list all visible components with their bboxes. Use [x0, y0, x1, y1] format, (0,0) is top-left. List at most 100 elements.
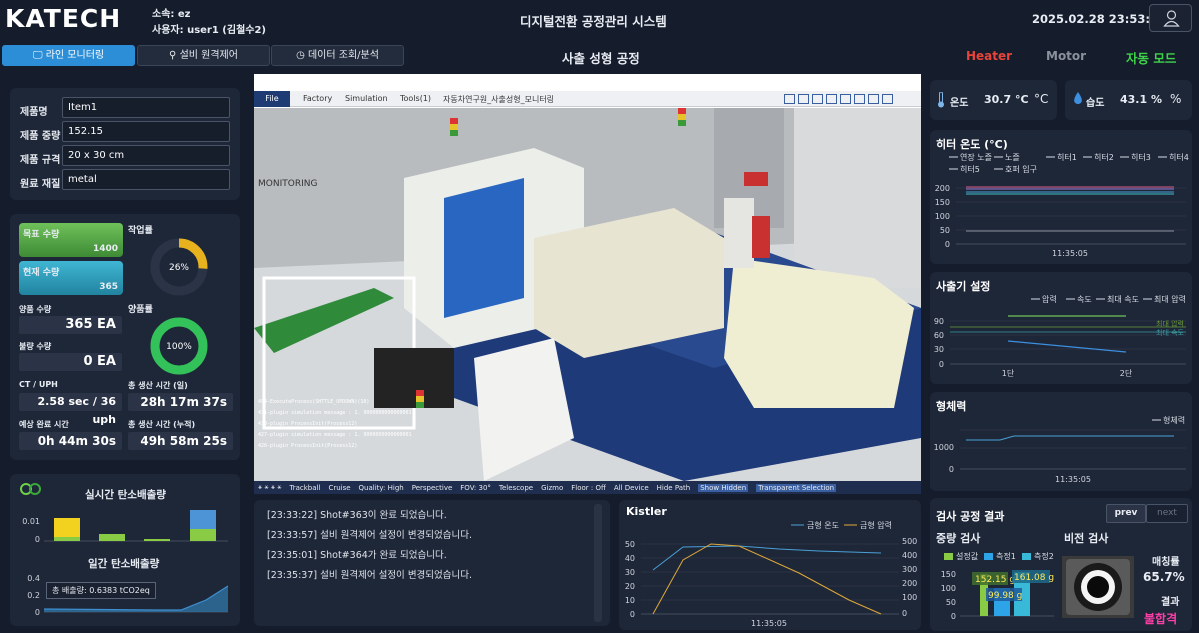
history-icon: ◷: [296, 50, 308, 61]
svg-text:압력: 압력: [1042, 294, 1057, 304]
user-text: 사용자: user1 (김철수2): [152, 25, 267, 36]
bt-transparent[interactable]: Transparent Selection: [756, 483, 837, 492]
daily-carbon-title: 일간 탄소배출량: [88, 558, 160, 570]
kistler-left-ticks: 50 40 30 20 10 0: [625, 540, 635, 619]
user-profile-button[interactable]: [1149, 4, 1192, 32]
product-weight-field[interactable]: 152.15: [62, 121, 230, 142]
total-day-value: 28h 17m 37s: [128, 393, 233, 411]
rt-bar-1: [54, 518, 80, 539]
humidity-value: 43.1 %: [1120, 93, 1162, 106]
total-day-label: 총 생산 시간 (일): [128, 381, 188, 390]
product-name-field[interactable]: Item1: [62, 97, 230, 118]
bt-floor[interactable]: Floor : Off: [571, 484, 606, 492]
clamp-time: 11:35:05: [1055, 475, 1091, 484]
carbon-panel: 실시간 탄소배출량 0.01 0 일간 탄소배출량 0.4 0.2 0 총 배출…: [10, 474, 240, 626]
svg-text:430-plugin ProcessInit(Process: 430-plugin ProcessInit(Process12): [258, 421, 357, 427]
svg-text:100: 100: [902, 593, 917, 602]
kistler-title: Kistler: [626, 505, 667, 518]
yield-donut: 100%: [150, 317, 208, 375]
factory-3d-scene[interactable]: MONITORING 494-ExecuteProcess(SHTTLE_UPD…: [254, 108, 921, 481]
temperature-unit: °C: [1034, 92, 1049, 106]
bt-telescope[interactable]: Telescope: [499, 484, 533, 492]
menu-simulation[interactable]: Simulation: [345, 94, 388, 103]
datetime: 2025.02.28 23:53:52: [1032, 12, 1166, 26]
humidity-unit: %: [1170, 92, 1182, 106]
injection-legend: 압력 속도 최대 속도 최대 압력: [1031, 294, 1186, 304]
bt-trackball[interactable]: Trackball: [289, 484, 320, 492]
kistler-pressure-line: [652, 543, 882, 615]
rt-tick-0: 0: [35, 535, 40, 544]
affiliation-text: 소속: ez: [152, 9, 191, 20]
bt-quality[interactable]: Quality: High: [359, 484, 404, 492]
product-weight-label: 제품 중량: [20, 131, 61, 142]
svg-text:속도: 속도: [1077, 295, 1092, 304]
kistler-legend-pressure: 금형 압력: [860, 520, 892, 530]
svg-text:0: 0: [939, 360, 944, 369]
target-quantity-label: 목표 수량: [23, 230, 60, 240]
material-field[interactable]: metal: [62, 169, 230, 190]
work-rate-label: 작업률: [128, 226, 153, 236]
heater-chart: 연장 노즐 노즐 히터1 히터2 히터3 히터4 히터5 호퍼 입구 200 1…: [935, 152, 1189, 258]
good-quantity-value: 365 EA: [19, 316, 122, 334]
svg-text:50: 50: [946, 598, 956, 607]
clamp-force-chart: 형체력 1000 0 11:35:05: [934, 415, 1186, 484]
menu-file[interactable]: File: [254, 91, 290, 107]
tab-line-monitoring[interactable]: 🖵 라인 모니터링: [2, 45, 135, 66]
svg-text:150: 150: [935, 198, 950, 207]
log-line: [23:33:57] 설비 원격제어 설정이 변경되었습니다.: [267, 530, 473, 541]
expected-time-value: 0h 44m 30s: [19, 432, 122, 450]
target-quantity-value: 1400: [92, 244, 118, 254]
max-speed-annot: 최대 속도: [1156, 328, 1185, 337]
product-spec-label: 제품 규격: [20, 155, 61, 166]
axis-icon[interactable]: ⚹ ⚹ ⚹ ⚹: [258, 483, 281, 492]
svg-text:500: 500: [902, 537, 917, 546]
current-quantity-value: 365: [99, 282, 118, 292]
viewer-toolbar-icons[interactable]: [784, 94, 916, 105]
bt-gizmo[interactable]: Gizmo: [541, 484, 563, 492]
production-panel: 목표 수량 1400 현재 수량 365 작업률 26% 양품 수량 365 E…: [10, 214, 240, 460]
motor-status: Motor: [1046, 49, 1087, 63]
bt-perspective[interactable]: Perspective: [412, 484, 453, 492]
svg-text:최대 속도: 최대 속도: [1107, 294, 1139, 304]
dc-tick-0: 0: [35, 608, 40, 617]
bt-cruise[interactable]: Cruise: [328, 484, 350, 492]
wi-legend-set: 설정값: [956, 551, 979, 561]
dc-tick-02: 0.2: [27, 591, 40, 600]
expected-time-label: 예상 완료 시간: [19, 420, 69, 429]
menu-factory[interactable]: Factory: [303, 94, 332, 103]
bt-fov[interactable]: FOV: 30°: [460, 484, 491, 492]
bt-show-hidden[interactable]: Show Hidden: [698, 483, 749, 492]
svg-text:50: 50: [625, 540, 635, 549]
svg-text:427-plugin simulation message: 427-plugin simulation message : 1. 90000…: [258, 432, 412, 438]
log-line: [23:35:01] Shot#364가 완료 되었습니다.: [267, 550, 447, 561]
co2-logo-icon: [20, 483, 41, 495]
rt-bar-1b: [54, 537, 80, 541]
svg-text:연장 노즐: 연장 노즐: [960, 152, 992, 162]
menu-tools[interactable]: Tools(1): [400, 94, 431, 103]
injection-x-2: 2단: [1120, 368, 1133, 378]
svg-text:10: 10: [625, 596, 635, 605]
bt-hide-path[interactable]: Hide Path: [657, 484, 691, 492]
bad-quantity-value: 0 EA: [19, 353, 122, 371]
process-title: 사출 성형 공정: [562, 51, 640, 66]
svg-text:0: 0: [951, 612, 956, 621]
svg-text:400: 400: [902, 551, 917, 560]
bt-all-device[interactable]: All Device: [614, 484, 649, 492]
kistler-panel: Kistler 금형 온도 금형 압력 50 40 30 20 10 0 500…: [619, 500, 921, 630]
total-cum-label: 총 생산 시간 (누적): [128, 420, 196, 429]
log-scrollbar[interactable]: [594, 504, 602, 622]
rt-bar-2: [99, 534, 125, 541]
weight-value-m2: 161.08 g: [1014, 573, 1054, 583]
tab-remote-control[interactable]: ⚲ 설비 원격제어: [137, 45, 270, 66]
svg-text:히터4: 히터4: [1169, 152, 1189, 162]
prev-button[interactable]: prev: [1106, 504, 1146, 523]
svg-text:히터1: 히터1: [1057, 152, 1077, 162]
next-button[interactable]: next: [1146, 504, 1188, 523]
remote-icon: ⚲: [169, 50, 180, 61]
svg-text:426-plugin ProcessInit(Process: 426-plugin ProcessInit(Process12): [258, 443, 357, 449]
product-info-panel: 제품명 Item1 제품 중량 152.15 제품 규격 20 x 30 cm …: [10, 88, 240, 200]
tab-data-analysis[interactable]: ◷ 데이터 조회/분석: [271, 45, 404, 66]
svg-text:431-plugin simulation message: 431-plugin simulation message : 1. 90000…: [258, 410, 412, 416]
product-spec-field[interactable]: 20 x 30 cm: [62, 145, 230, 166]
header: KATECH 소속: ez 사용자: user1 (김철수2) 디지털전환 공정…: [0, 0, 1199, 38]
